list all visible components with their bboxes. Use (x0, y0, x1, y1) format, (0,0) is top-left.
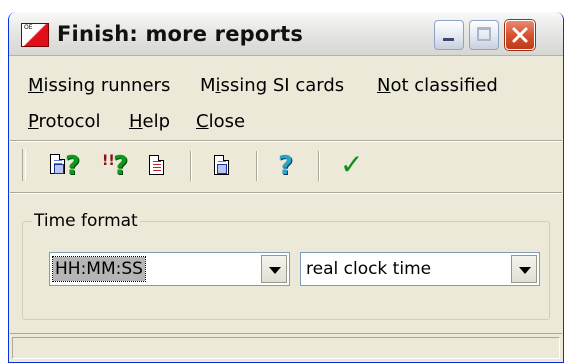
menu-missing-runners[interactable]: Missing runners (28, 72, 170, 100)
time-format-legend: Time format (32, 210, 140, 232)
status-bar-panel (12, 337, 560, 359)
menu-label-suffix: ot classified (390, 75, 498, 96)
time-format-group: Time format HH:MM:SS real clock time (22, 210, 550, 320)
report-window: OE Finish: more reports Missing runners … (8, 12, 564, 363)
menu-label-suffix: rotocol (38, 111, 101, 132)
checkmark-icon: ✓ (340, 148, 364, 181)
toolbar-button-missing-runners[interactable]: ? (48, 149, 92, 181)
menu-mnemonic: H (129, 111, 143, 132)
close-window-button[interactable] (505, 20, 535, 50)
toolbar-separator (190, 151, 192, 181)
menu-label-suffix: elp (142, 111, 171, 132)
maximize-icon (477, 27, 491, 41)
clock-mode-select[interactable]: real clock time (300, 252, 540, 286)
title-bar[interactable]: OE Finish: more reports (9, 12, 563, 56)
toolbar-button-help[interactable]: ? (268, 149, 304, 181)
time-format-select[interactable]: HH:MM:SS (49, 252, 290, 286)
toolbar-button-protocol[interactable] (206, 149, 242, 181)
toolbar-button-not-classified[interactable] (142, 149, 176, 181)
status-bar (10, 333, 562, 362)
toolbar-button-missing-si-cards[interactable]: !! ? (94, 149, 140, 181)
toolbar-divider-highlight (10, 193, 562, 194)
menu-mnemonic: C (196, 111, 209, 132)
close-icon (512, 27, 528, 43)
menu-mnemonic: P (28, 111, 39, 132)
window-title: Finish: more reports (57, 22, 304, 46)
menu-label-prefix: M (200, 75, 216, 96)
minimize-button[interactable] (434, 20, 464, 50)
menu-label-suffix: issing runners (43, 75, 171, 96)
toolbar: ? !! ? ? ✓ (10, 143, 562, 187)
menu-help[interactable]: Help (129, 108, 170, 136)
app-logo-icon: OE (21, 23, 49, 47)
maximize-button[interactable] (469, 20, 499, 50)
minimize-icon (443, 38, 454, 41)
help-question-icon: ? (278, 151, 294, 181)
menu-not-classified[interactable]: Not classified (377, 72, 498, 100)
menu-close[interactable]: Close (196, 108, 245, 136)
clock-mode-select-value: real clock time (306, 259, 432, 279)
time-format-dropdown-button[interactable] (261, 255, 287, 283)
time-format-select-value: HH:MM:SS (52, 256, 146, 282)
menu-label-suffix: ssing SI cards (220, 75, 345, 96)
menu-label-suffix: lose (208, 111, 246, 132)
toolbar-button-confirm[interactable]: ✓ (332, 149, 372, 181)
toolbar-separator (256, 151, 258, 181)
clock-mode-dropdown-button[interactable] (511, 255, 537, 283)
app-logo-label: OE (24, 24, 33, 31)
toolbar-separator (318, 151, 320, 181)
menu-mnemonic: N (377, 75, 391, 96)
menu-divider-highlight (10, 141, 562, 142)
toolbar-grip (22, 149, 26, 181)
menu-missing-si-cards[interactable]: Missing SI cards (200, 72, 344, 100)
menu-mnemonic: M (28, 75, 44, 96)
menu-protocol[interactable]: Protocol (28, 108, 101, 136)
